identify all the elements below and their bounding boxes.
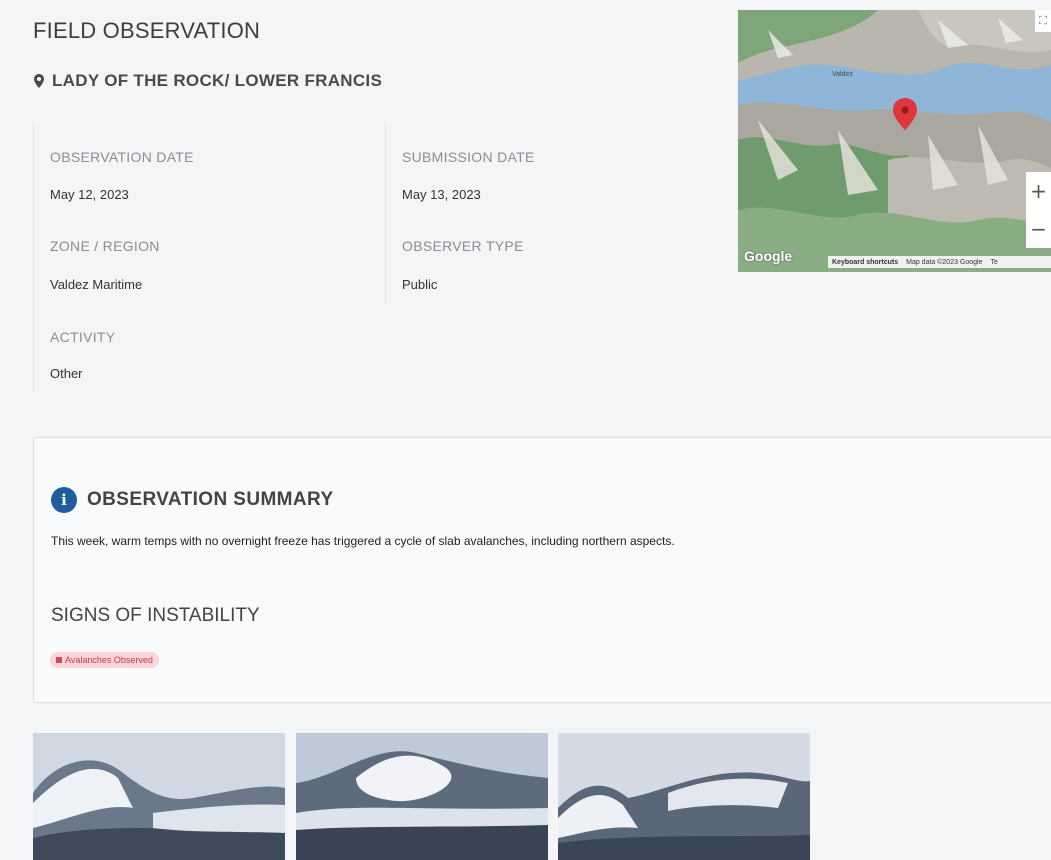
info-icon: i [51, 487, 77, 513]
flag-icon [56, 657, 62, 663]
location-map[interactable]: Valdez ⛶ + − Google Keyboard shortcuts M… [738, 10, 1051, 272]
summary-heading: i OBSERVATION SUMMARY [51, 487, 334, 513]
badge-label: Avalanches Observed [65, 655, 153, 665]
map-attribution: Keyboard shortcuts Map data ©2023 Google… [828, 256, 1051, 268]
summary-title: OBSERVATION SUMMARY [87, 489, 334, 510]
zoom-in-button[interactable]: + [1026, 172, 1051, 210]
map-data-credit: Map data ©2023 Google [906, 258, 983, 266]
submission-date-label: SUBMISSION DATE [402, 149, 535, 165]
signs-of-instability-title: SIGNS OF INSTABILITY [51, 605, 260, 626]
activity-label: ACTIVITY [50, 329, 116, 345]
details-divider-left [33, 122, 34, 392]
avalanches-observed-badge: Avalanches Observed [50, 652, 159, 668]
zoom-out-button[interactable]: − [1026, 210, 1051, 248]
observer-type-label: OBSERVER TYPE [402, 238, 524, 254]
activity-value: Other [50, 366, 83, 381]
zone-value: Valdez Maritime [50, 277, 143, 292]
observation-photo-1[interactable] [33, 733, 285, 860]
map-pin-icon [34, 74, 44, 88]
location-name: LADY OF THE ROCK/ LOWER FRANCIS [52, 71, 383, 90]
observer-type-value: Public [402, 277, 438, 292]
submission-date-value: May 13, 2023 [402, 187, 481, 202]
observation-summary-card: i OBSERVATION SUMMARY This week, warm te… [33, 437, 1051, 703]
terms-link[interactable]: Te [991, 259, 998, 266]
map-place-label: Valdez [832, 71, 853, 78]
observation-photo-3[interactable] [558, 733, 810, 860]
zone-label: ZONE / REGION [50, 238, 160, 254]
summary-text: This week, warm temps with no overnight … [51, 534, 675, 548]
keyboard-shortcuts-link[interactable]: Keyboard shortcuts [832, 259, 898, 266]
observation-photo-2[interactable] [296, 733, 548, 860]
page-title: FIELD OBSERVATION [33, 18, 261, 43]
details-divider-middle [385, 122, 386, 304]
map-terrain: Valdez [738, 10, 1051, 272]
location-heading: LADY OF THE ROCK/ LOWER FRANCIS [34, 71, 382, 91]
fullscreen-button[interactable]: ⛶ [1035, 10, 1051, 32]
observation-date-label: OBSERVATION DATE [50, 149, 194, 165]
google-logo: Google [744, 248, 793, 264]
observation-date-value: May 12, 2023 [50, 187, 129, 202]
